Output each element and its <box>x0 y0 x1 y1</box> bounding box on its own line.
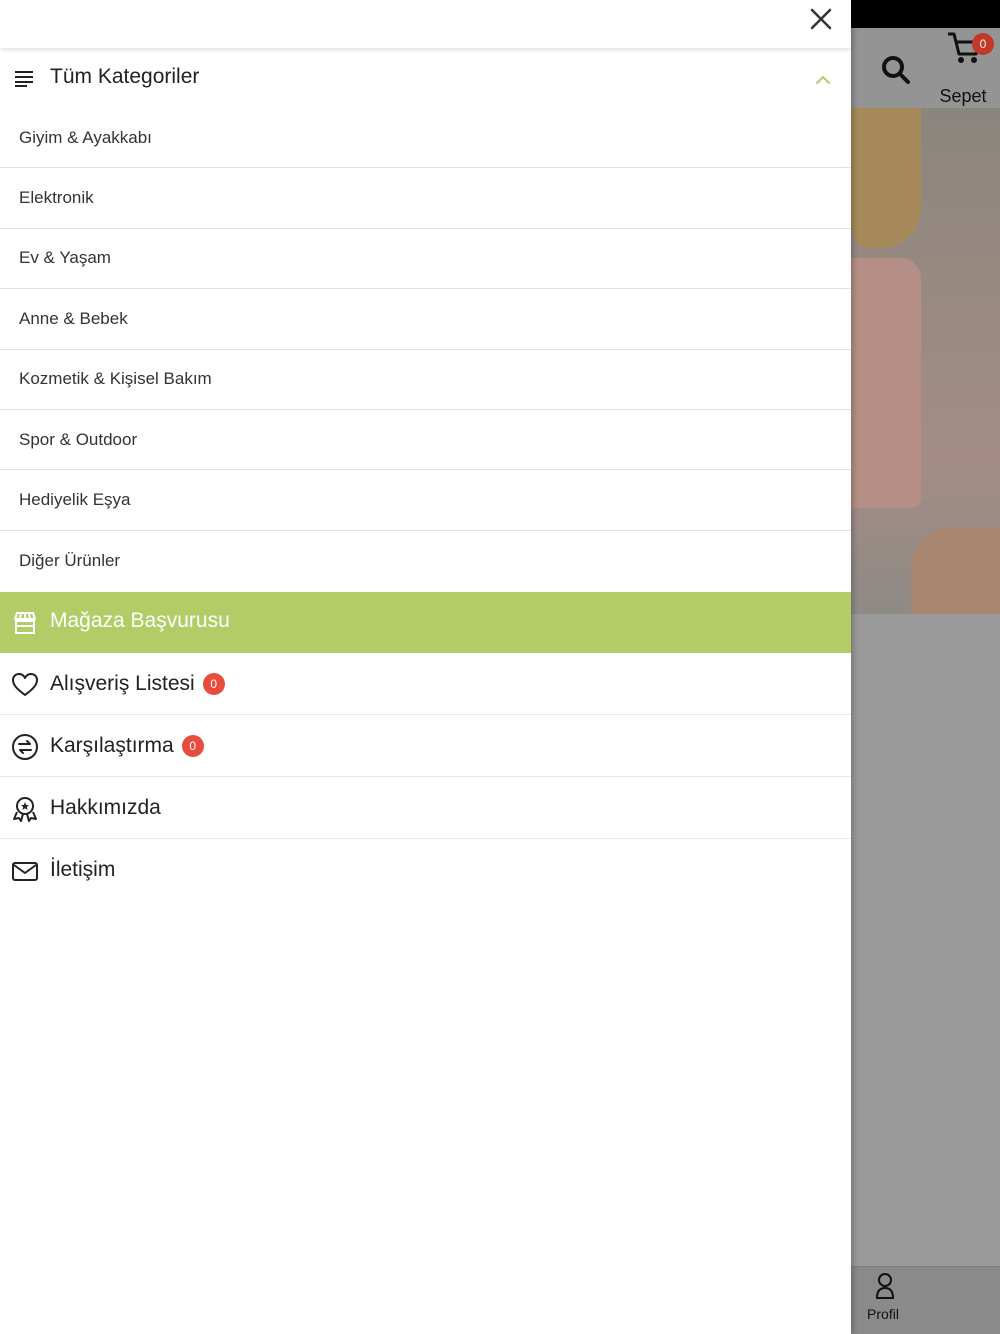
shopping-list-item[interactable]: Alışveriş Listesi 0 <box>0 653 851 715</box>
contact-label: İletişim <box>50 858 116 881</box>
chevron-up-icon[interactable] <box>814 72 832 84</box>
category-item[interactable]: Diğer Ürünler <box>0 531 851 591</box>
category-item[interactable]: Spor & Outdoor <box>0 410 851 471</box>
category-item[interactable]: Hediyelik Eşya <box>0 470 851 531</box>
close-icon[interactable] <box>806 4 836 34</box>
store-application-label: Mağaza Başvurusu <box>50 609 230 632</box>
contact-item[interactable]: İletişim <box>0 839 851 901</box>
all-categories-header[interactable]: Tüm Kategoriler <box>0 50 851 108</box>
shopping-list-label: Alışveriş Listesi <box>50 672 195 695</box>
compare-badge: 0 <box>181 735 204 757</box>
about-item[interactable]: Hakkımızda <box>0 777 851 839</box>
profile-label: Profil <box>867 1306 899 1322</box>
store-icon <box>12 610 38 636</box>
secondary-menu: Alışveriş Listesi 0 Karşılaştırma 0 Hakkım… <box>0 653 851 901</box>
compare-item[interactable]: Karşılaştırma 0 <box>0 715 851 777</box>
category-item[interactable]: Elektronik <box>0 168 851 229</box>
navigation-drawer: Tüm Kategoriler Giyim & Ayakkabı Elektro… <box>0 0 851 1334</box>
profile-icon[interactable] <box>874 1272 896 1302</box>
drawer-top-bar <box>0 0 851 48</box>
menu-lines-icon <box>14 70 34 88</box>
category-item[interactable]: Giyim & Ayakkabı <box>0 108 851 169</box>
about-icon <box>11 795 39 823</box>
compare-icon <box>11 733 39 761</box>
all-categories-title: Tüm Kategoriler <box>50 65 200 88</box>
store-application-button[interactable]: Mağaza Başvurusu <box>0 592 851 653</box>
cart-label: Sepet <box>939 86 987 106</box>
compare-label: Karşılaştırma <box>50 734 174 757</box>
cart-badge: 0 <box>972 33 994 55</box>
category-item[interactable]: Anne & Bebek <box>0 289 851 350</box>
mail-icon <box>11 857 39 885</box>
product-photo <box>851 108 1000 614</box>
about-label: Hakkımızda <box>50 796 161 819</box>
category-item[interactable]: Kozmetik & Kişisel Bakım <box>0 350 851 410</box>
category-item[interactable]: Ev & Yaşam <box>0 229 851 290</box>
heart-icon <box>11 671 39 699</box>
category-list: Giyim & Ayakkabı Elektronik Ev & Yaşam A… <box>0 108 851 591</box>
search-icon[interactable] <box>878 52 914 88</box>
shopping-list-badge: 0 <box>202 673 225 695</box>
